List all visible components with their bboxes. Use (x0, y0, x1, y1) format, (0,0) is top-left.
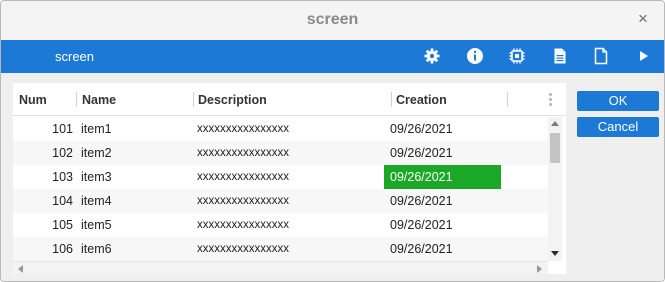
play-icon[interactable] (635, 47, 653, 65)
table-body: 101 item1 xxxxxxxxxxxxxxxx 09/26/2021 10… (13, 117, 548, 261)
window-title: screen (306, 11, 359, 28)
document-text-icon[interactable] (551, 47, 569, 65)
cell-description[interactable]: xxxxxxxxxxxxxxxx (197, 141, 289, 165)
cell-creation[interactable]: 09/26/2021 (384, 237, 501, 261)
cell-name[interactable]: item2 (81, 141, 112, 165)
scroll-right-icon[interactable] (537, 265, 542, 273)
cell-description[interactable]: xxxxxxxxxxxxxxxx (197, 213, 289, 237)
cell-creation[interactable]: 09/26/2021 (384, 117, 501, 141)
table-row[interactable]: 103 item3 xxxxxxxxxxxxxxxx 09/26/2021 (13, 165, 548, 189)
title-bar: screen × (1, 1, 664, 40)
cell-name[interactable]: item3 (81, 165, 112, 189)
scroll-left-icon[interactable] (18, 265, 23, 273)
column-menu-icon[interactable] (549, 93, 553, 107)
cell-description[interactable]: xxxxxxxxxxxxxxxx (197, 189, 289, 213)
table-row[interactable]: 105 item5 xxxxxxxxxxxxxxxx 09/26/2021 (13, 213, 548, 237)
column-header-description[interactable]: Description (198, 93, 267, 107)
table-row[interactable]: 101 item1 xxxxxxxxxxxxxxxx 09/26/2021 (13, 117, 548, 141)
column-divider[interactable] (76, 92, 77, 107)
info-icon[interactable] (466, 47, 484, 65)
cell-num[interactable]: 101 (13, 117, 73, 141)
cell-num[interactable]: 106 (13, 237, 73, 261)
cell-name[interactable]: item1 (81, 117, 112, 141)
dialog-window: screen × screen Num Name Description Cre… (0, 0, 665, 282)
cancel-button[interactable]: Cancel (577, 117, 659, 137)
cell-creation-selected[interactable]: 09/26/2021 (384, 165, 501, 189)
scroll-down-icon[interactable] (551, 251, 559, 256)
cell-creation[interactable]: 09/26/2021 (384, 213, 501, 237)
gear-icon[interactable] (423, 47, 441, 65)
column-header-creation[interactable]: Creation (396, 93, 447, 107)
table-row[interactable]: 102 item2 xxxxxxxxxxxxxxxx 09/26/2021 (13, 141, 548, 165)
table-row[interactable]: 104 item4 xxxxxxxxxxxxxxxx 09/26/2021 (13, 189, 548, 213)
cell-name[interactable]: item5 (81, 213, 112, 237)
cell-name[interactable]: item4 (81, 189, 112, 213)
ok-button[interactable]: OK (577, 91, 659, 111)
cell-creation[interactable]: 09/26/2021 (384, 189, 501, 213)
cell-name[interactable]: item6 (81, 237, 112, 261)
column-header-name[interactable]: Name (82, 93, 116, 107)
cell-num[interactable]: 102 (13, 141, 73, 165)
column-divider[interactable] (193, 92, 194, 107)
column-divider[interactable] (507, 92, 508, 107)
scroll-up-icon[interactable] (551, 121, 559, 126)
data-table: Num Name Description Creation 101 item1 … (13, 83, 566, 274)
table-row[interactable]: 106 item6 xxxxxxxxxxxxxxxx 09/26/2021 (13, 237, 548, 261)
horizontal-scrollbar[interactable] (13, 261, 548, 274)
chip-icon[interactable] (508, 47, 526, 65)
cell-description[interactable]: xxxxxxxxxxxxxxxx (197, 117, 289, 141)
table-header: Num Name Description Creation (13, 83, 566, 116)
column-divider[interactable] (391, 92, 392, 107)
vertical-scrollbar[interactable] (548, 117, 562, 261)
content-area: Num Name Description Creation 101 item1 … (1, 73, 664, 281)
toolbar: screen (1, 40, 664, 73)
toolbar-title: screen (55, 49, 95, 64)
cell-num[interactable]: 103 (13, 165, 73, 189)
cell-num[interactable]: 104 (13, 189, 73, 213)
close-icon[interactable]: × (634, 9, 652, 29)
cell-description[interactable]: xxxxxxxxxxxxxxxx (197, 165, 289, 189)
document-blank-icon[interactable] (592, 47, 610, 65)
cell-creation[interactable]: 09/26/2021 (384, 141, 501, 165)
cell-num[interactable]: 105 (13, 213, 73, 237)
cell-description[interactable]: xxxxxxxxxxxxxxxx (197, 237, 289, 261)
vertical-scroll-thumb[interactable] (550, 133, 560, 163)
column-header-num[interactable]: Num (19, 93, 47, 107)
